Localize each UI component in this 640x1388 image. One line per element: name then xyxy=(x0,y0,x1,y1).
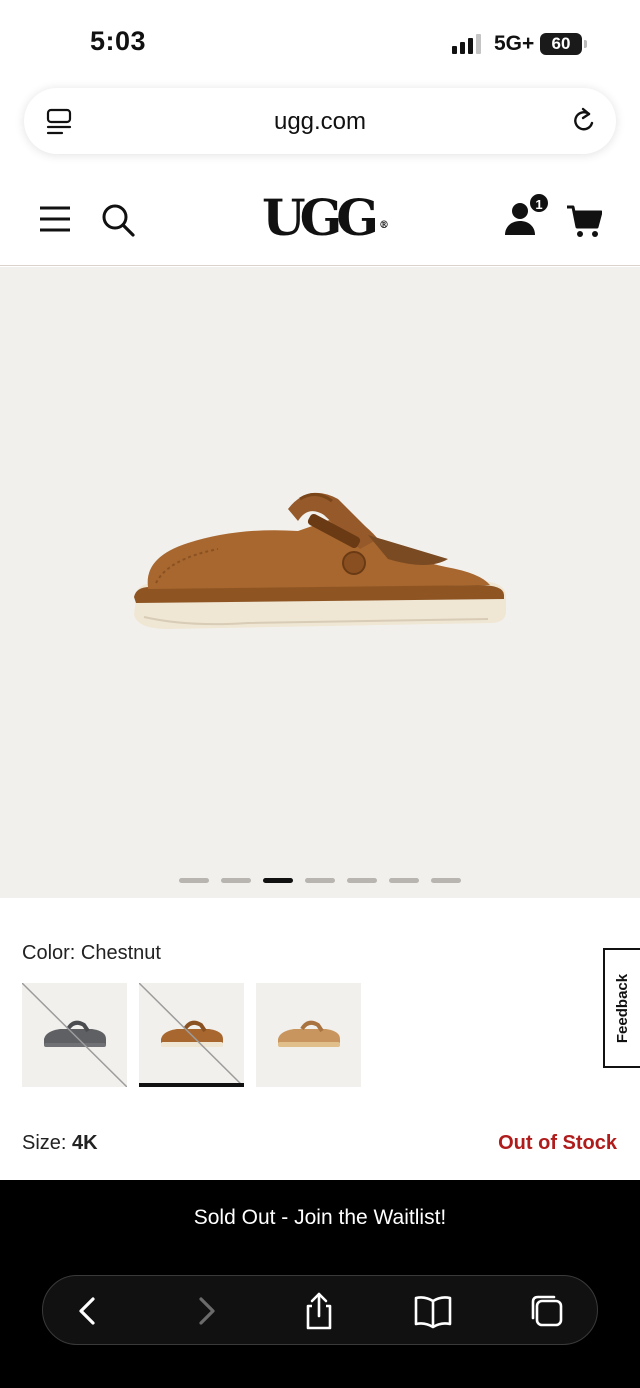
battery-indicator: 60 xyxy=(540,33,582,55)
feedback-tab[interactable]: Feedback xyxy=(603,948,640,1068)
color-prefix: Color: xyxy=(22,942,76,964)
forward-icon[interactable] xyxy=(185,1291,225,1331)
tabs-overview-icon[interactable] xyxy=(527,1291,567,1331)
unavailable-slash xyxy=(139,983,244,1087)
cellular-signal-icon xyxy=(452,34,481,54)
color-name: Chestnut xyxy=(80,942,161,964)
product-image-carousel[interactable] xyxy=(0,267,640,898)
carousel-dot[interactable] xyxy=(179,878,209,883)
carousel-dot[interactable] xyxy=(347,878,377,883)
share-icon[interactable] xyxy=(299,1291,339,1331)
carousel-dot[interactable] xyxy=(221,878,251,883)
carousel-pagination xyxy=(0,878,640,883)
reload-icon[interactable] xyxy=(570,106,598,136)
brand-logo[interactable]: UGG ® xyxy=(262,188,389,247)
size-label: Size: 4K xyxy=(22,1132,98,1155)
join-waitlist-button[interactable]: Sold Out - Join the Waitlist! xyxy=(0,1206,640,1230)
product-image-clog xyxy=(134,492,506,629)
color-swatch-charcoal[interactable] xyxy=(22,983,127,1087)
color-swatch-chestnut[interactable] xyxy=(139,983,244,1087)
bookmarks-icon[interactable] xyxy=(413,1291,453,1331)
stock-status: Out of Stock xyxy=(498,1132,617,1154)
carousel-dot[interactable] xyxy=(305,878,335,883)
size-prefix: Size: xyxy=(22,1132,67,1154)
feedback-label: Feedback xyxy=(614,973,632,1043)
site-header: UGG ® 1 xyxy=(0,170,640,266)
color-swatch-sand[interactable] xyxy=(256,983,361,1087)
account-notification-badge: 1 xyxy=(528,192,550,214)
address-bar[interactable]: ugg.com xyxy=(24,88,616,154)
hamburger-menu-icon[interactable] xyxy=(38,204,72,234)
size-value: 4K xyxy=(72,1132,98,1154)
swatch-image-sand xyxy=(278,1020,340,1047)
carousel-dot[interactable] xyxy=(389,878,419,883)
battery-tip xyxy=(584,40,587,48)
cart-icon[interactable] xyxy=(566,204,602,238)
carousel-dot[interactable] xyxy=(431,878,461,883)
color-swatch-list xyxy=(22,983,361,1087)
unavailable-slash xyxy=(22,983,127,1087)
browser-toolbar xyxy=(42,1275,598,1345)
carousel-dot[interactable] xyxy=(263,878,293,883)
status-time: 5:03 xyxy=(90,26,147,56)
registered-mark: ® xyxy=(379,220,390,231)
brand-logo-text: UGG xyxy=(262,188,379,247)
url-text[interactable]: ugg.com xyxy=(24,108,616,136)
status-bar: 5:03 5G+ 60 xyxy=(0,0,640,84)
back-icon[interactable] xyxy=(69,1291,109,1331)
color-label: Color: Chestnut xyxy=(22,942,161,965)
search-icon[interactable] xyxy=(100,202,136,238)
network-type: 5G+ xyxy=(494,32,535,55)
